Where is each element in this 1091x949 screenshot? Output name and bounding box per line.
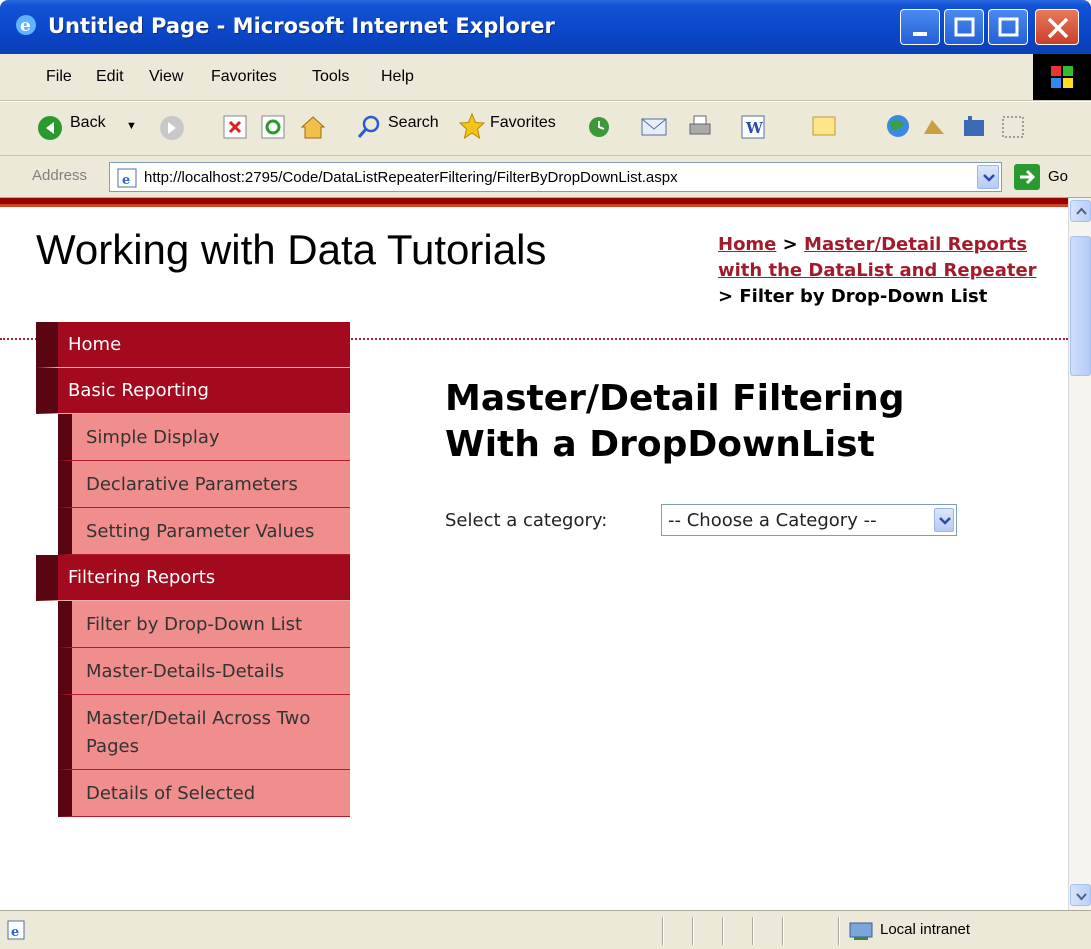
- scroll-up-button[interactable]: [1070, 200, 1091, 222]
- svg-text:e: e: [20, 16, 31, 36]
- menu-file[interactable]: File: [46, 68, 72, 86]
- messenger-icon[interactable]: [920, 114, 948, 140]
- favorites-button[interactable]: Favorites: [490, 114, 556, 132]
- chevron-down-icon: [939, 517, 951, 525]
- vertical-scrollbar[interactable]: [1068, 198, 1091, 910]
- maximize-icon: [954, 17, 975, 37]
- status-divider: [838, 917, 840, 945]
- header-rule: [0, 198, 1068, 207]
- menu-view[interactable]: View: [149, 68, 183, 86]
- nav-item-details-of-selected[interactable]: Details of Selected: [58, 770, 350, 817]
- breadcrumb-separator: >: [718, 286, 740, 307]
- edit-word-icon[interactable]: W: [740, 114, 766, 140]
- history-icon[interactable]: [586, 114, 612, 140]
- nav-item-setting-parameter-values[interactable]: Setting Parameter Values: [58, 508, 350, 555]
- nav-item-filtering-reports[interactable]: Filtering Reports: [36, 555, 350, 601]
- breadcrumb-current: Filter by Drop-Down List: [739, 286, 988, 307]
- svg-text:e: e: [122, 173, 130, 188]
- toolbar-extra-icon[interactable]: [1000, 114, 1026, 140]
- sidebar-nav: Home Basic Reporting Simple Display Decl…: [36, 322, 350, 817]
- page-viewport: Working with Data Tutorials Home > Maste…: [0, 198, 1068, 910]
- restore-icon: [998, 17, 1019, 37]
- mail-icon[interactable]: [640, 114, 668, 140]
- nav-item-home[interactable]: Home: [36, 322, 350, 368]
- page-icon: e: [117, 168, 137, 188]
- scroll-down-button[interactable]: [1070, 884, 1091, 906]
- minimize-icon: [913, 32, 927, 36]
- discuss-icon[interactable]: [810, 114, 838, 140]
- restore-button[interactable]: [988, 9, 1028, 45]
- address-url: http://localhost:2795/Code/DataListRepea…: [144, 169, 678, 186]
- address-bar: Address e http://localhost:2795/Code/Dat…: [0, 156, 1091, 198]
- title-bar: e Untitled Page - Microsoft Internet Exp…: [0, 0, 1091, 54]
- windows-flag-icon: [1051, 66, 1073, 88]
- category-select[interactable]: -- Choose a Category --: [661, 504, 957, 536]
- category-label: Select a category:: [445, 510, 608, 531]
- menu-edit[interactable]: Edit: [96, 68, 124, 86]
- status-divider: [662, 917, 664, 945]
- stop-icon[interactable]: [222, 114, 248, 140]
- breadcrumb-separator: >: [776, 234, 805, 255]
- print-icon[interactable]: [686, 112, 714, 140]
- minimize-button[interactable]: [900, 9, 940, 45]
- nav-item-simple-display[interactable]: Simple Display: [58, 414, 350, 461]
- search-button[interactable]: Search: [388, 114, 439, 132]
- menu-favorites[interactable]: Favorites: [211, 68, 277, 86]
- chevron-down-icon: [1076, 893, 1087, 901]
- svg-text:W: W: [745, 119, 764, 137]
- svg-text:e: e: [11, 925, 19, 940]
- windows-logo-icon: [1033, 54, 1091, 100]
- page-status-icon: e: [7, 920, 25, 940]
- home-icon[interactable]: [298, 112, 328, 142]
- maximize-button[interactable]: [944, 9, 984, 45]
- scrollbar-thumb[interactable]: [1070, 236, 1091, 376]
- refresh-icon[interactable]: [260, 114, 286, 140]
- breadcrumb-home-link[interactable]: Home: [718, 234, 776, 255]
- menu-bar: File Edit View Favorites Tools Help: [0, 54, 1091, 101]
- chevron-up-icon: [1076, 207, 1087, 215]
- favorites-star-icon[interactable]: [458, 112, 486, 140]
- security-zone: Local intranet: [880, 921, 971, 938]
- category-selected-value: -- Choose a Category --: [668, 510, 877, 531]
- address-label: Address: [32, 167, 88, 184]
- forward-arrow-icon[interactable]: [158, 114, 186, 142]
- local-intranet-icon: [849, 922, 873, 940]
- site-title: Working with Data Tutorials: [36, 226, 547, 273]
- status-bar: e Local intranet: [0, 910, 1091, 949]
- status-divider: [782, 917, 784, 945]
- nav-item-master-detail-two-pages[interactable]: Master/Detail Across Two Pages: [58, 695, 350, 770]
- close-icon: [1047, 17, 1069, 39]
- nav-item-filter-by-dropdown[interactable]: Filter by Drop-Down List: [58, 601, 350, 648]
- research-icon[interactable]: [960, 114, 988, 140]
- status-divider: [722, 917, 724, 945]
- back-arrow-icon[interactable]: [36, 114, 64, 142]
- status-divider: [752, 917, 754, 945]
- search-icon[interactable]: [356, 114, 382, 140]
- go-label[interactable]: Go: [1048, 168, 1068, 185]
- globe-icon[interactable]: [884, 112, 912, 140]
- go-button[interactable]: [1014, 164, 1040, 190]
- nav-item-basic-reporting[interactable]: Basic Reporting: [36, 368, 350, 414]
- chevron-down-icon: [983, 174, 995, 182]
- category-dropdown-button[interactable]: [934, 508, 954, 532]
- standard-toolbar: Back ▼ Search Favorites W: [0, 102, 1091, 156]
- ie-logo-icon: e: [16, 15, 36, 36]
- menu-help[interactable]: Help: [381, 68, 414, 86]
- menu-tools[interactable]: Tools: [312, 68, 349, 86]
- back-button[interactable]: Back: [70, 114, 106, 132]
- back-dropdown-icon[interactable]: ▼: [126, 120, 137, 132]
- close-button[interactable]: [1035, 9, 1079, 45]
- window-title: Untitled Page - Microsoft Internet Explo…: [48, 14, 555, 38]
- breadcrumb: Home > Master/Detail Reports with the Da…: [718, 232, 1038, 310]
- address-input[interactable]: e http://localhost:2795/Code/DataListRep…: [109, 162, 1002, 192]
- page-heading: Master/Detail Filtering With a DropDownL…: [445, 378, 905, 465]
- nav-item-declarative-parameters[interactable]: Declarative Parameters: [58, 461, 350, 508]
- status-divider: [692, 917, 694, 945]
- address-dropdown-button[interactable]: [977, 165, 999, 189]
- nav-item-master-details-details[interactable]: Master-Details-Details: [58, 648, 350, 695]
- go-arrow-icon: [1020, 169, 1036, 185]
